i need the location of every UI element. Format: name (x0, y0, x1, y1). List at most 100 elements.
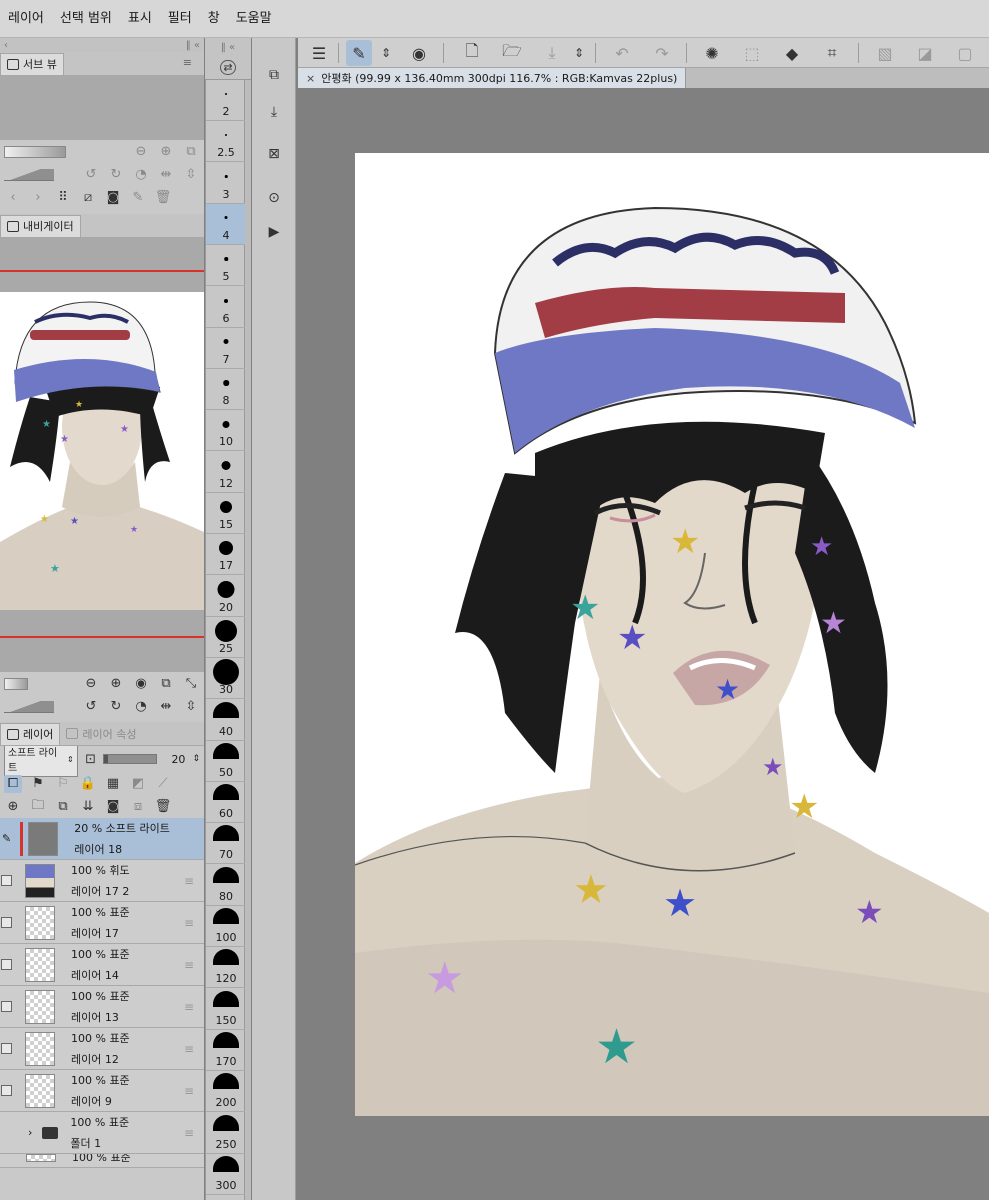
hamburger-icon[interactable]: ☰ (306, 40, 332, 66)
zoom-out-icon[interactable]: ⊖ (132, 143, 150, 161)
undo-icon[interactable]: ↶ (609, 40, 635, 66)
layer-row[interactable]: ✎ 20 % 소프트 라이트 레이어 18 (0, 818, 204, 860)
panel-menu-icon[interactable]: ≡ (183, 56, 192, 69)
drag-handle-icon[interactable]: ≡ (184, 1084, 194, 1098)
brush-size-option[interactable]: 6 (206, 287, 246, 328)
flip-vertical-icon[interactable]: ⇳ (182, 166, 200, 184)
delete-icon[interactable]: 🗑 (154, 189, 172, 207)
transform-icon[interactable]: ⌗ (819, 40, 845, 66)
animation-icon[interactable]: ▶ (264, 222, 284, 242)
drag-handle-icon[interactable]: ≡ (184, 1000, 194, 1014)
loading-spinner-icon[interactable]: ✺ (699, 40, 725, 66)
layer-row[interactable]: 100 % 휘도 레이어 17 2 ≡ (0, 860, 204, 902)
layer-visibility-checkbox[interactable] (1, 875, 12, 886)
brush-size-option[interactable]: 17 (206, 534, 246, 576)
flip-horizontal-icon[interactable]: ⇹ (157, 698, 175, 716)
brush-size-option[interactable]: 250 (206, 1113, 246, 1154)
zoom-out-icon[interactable]: ⊖ (82, 675, 100, 693)
redo-icon[interactable]: ↷ (649, 40, 675, 66)
lock-icon[interactable]: 🔒 (79, 775, 97, 793)
new-raster-layer-icon[interactable]: ⊕ (4, 798, 22, 816)
document-tab[interactable]: × 안평화 (99.99 x 136.40mm 300dpi 116.7% : … (298, 68, 687, 88)
pen-settings-icon[interactable]: ✎ (346, 40, 372, 66)
layer-visibility-checkbox[interactable] (1, 1085, 12, 1096)
rotate-right-icon[interactable]: ↻ (107, 166, 125, 184)
layer-visibility-checkbox[interactable] (1, 1001, 12, 1012)
ruler-enable-icon[interactable]: ⟋ (154, 775, 172, 793)
rotate-right-icon[interactable]: ↻ (107, 698, 125, 716)
brush-size-option[interactable]: 200 (206, 1071, 246, 1113)
rotate-left-icon[interactable]: ↺ (82, 698, 100, 716)
tab-layer-property[interactable]: 레이어 속성 (60, 723, 142, 745)
zoom-slider[interactable] (4, 145, 66, 158)
zoom-in-icon[interactable]: ⊕ (107, 675, 125, 693)
layer-visibility-checkbox[interactable] (1, 959, 12, 970)
brush-size-option[interactable]: 25 (206, 617, 246, 658)
brush-size-option[interactable]: 4 (206, 203, 246, 245)
close-box-icon[interactable]: ⊠ (264, 144, 284, 164)
chevron-right-icon[interactable]: › (28, 1126, 32, 1139)
opacity-value[interactable]: 20 (171, 753, 185, 766)
drawing-canvas[interactable]: ★ ★ ★ ★ ★ ★ ★ ★ ★ ★ ★ ★ ★ (355, 153, 989, 1116)
brush-size-option[interactable]: 100 (206, 906, 246, 947)
drag-handle-icon[interactable]: ≡ (184, 1126, 194, 1140)
new-folder-icon[interactable]: 🗀 (29, 798, 47, 816)
brush-size-option[interactable]: 30 (206, 658, 246, 700)
draft-layer-icon[interactable]: ⚐ (54, 775, 72, 793)
actual-size-icon[interactable]: ⤡ (182, 675, 200, 693)
layer-mask-icon[interactable]: ◙ (104, 798, 122, 816)
rotate-slider[interactable] (4, 168, 54, 181)
brush-size-scrollbar[interactable] (245, 80, 251, 1200)
fill-icon[interactable]: ◆ (779, 40, 805, 66)
opacity-slider[interactable] (103, 754, 158, 764)
grid-icon[interactable]: ⠿ (54, 189, 72, 207)
brush-size-option[interactable]: 80 (206, 865, 246, 906)
lock-transparent-icon[interactable]: ▦ (104, 775, 122, 793)
next-icon[interactable]: › (29, 189, 47, 207)
drag-handle-icon[interactable]: ≡ (184, 874, 194, 888)
import-image-icon[interactable]: ⧄ (79, 189, 97, 207)
opacity-stepper-icon[interactable]: ⇕ (192, 754, 200, 764)
reset-rotate-icon[interactable]: ◔ (132, 166, 150, 184)
drag-handle-icon[interactable]: ≡ (184, 916, 194, 930)
drag-handle-icon[interactable]: ≡ (184, 1042, 194, 1056)
navigator-zoom-slider[interactable] (4, 677, 28, 690)
menu-selection[interactable]: 선택 범위 (52, 0, 120, 38)
brush-size-option[interactable]: 10 (206, 410, 246, 452)
partial-layer-row[interactable]: 100 % 표준 (0, 1154, 204, 1168)
layer-row[interactable]: 100 % 표준 레이어 9 ≡ (0, 1070, 204, 1112)
brush-size-option[interactable]: 20 (206, 576, 246, 617)
menu-help[interactable]: 도움말 (228, 0, 280, 38)
chevron-left-icon[interactable]: ‹ (4, 40, 8, 51)
layer-row[interactable]: 100 % 표준 레이어 13 ≡ (0, 986, 204, 1028)
brush-size-option[interactable]: 70 (206, 823, 246, 865)
link-icon[interactable]: ⇄ (220, 60, 236, 76)
delete-layer-icon[interactable]: 🗑 (154, 798, 172, 816)
brush-size-option[interactable]: 15 (206, 493, 246, 534)
folder-row[interactable]: › 100 % 표준 폴더 1 ≡ (0, 1112, 204, 1154)
save-icon[interactable]: ⤓ (539, 40, 565, 66)
collapse-panel-icon[interactable]: ‖ « (186, 40, 200, 51)
tab-sub-view[interactable]: 서브 뷰 (0, 52, 64, 75)
layer-row[interactable]: 100 % 표준 레이어 12 ≡ (0, 1028, 204, 1070)
brush-size-option[interactable]: 2 (206, 80, 246, 121)
brush-size-option[interactable]: 150 (206, 989, 246, 1030)
clip-layer-icon[interactable]: ⧠ (4, 774, 22, 793)
brush-size-option[interactable]: 5 (206, 245, 246, 287)
brush-size-option[interactable]: 12 (206, 452, 246, 493)
new-canvas-icon[interactable]: 🗋 (459, 40, 485, 66)
rotate-left-icon[interactable]: ↺ (82, 166, 100, 184)
duplicate-layer-icon[interactable]: ⧉ (54, 798, 72, 816)
reference-layer-icon[interactable]: ⚑ (29, 775, 47, 793)
menu-filter[interactable]: 필터 (160, 0, 200, 38)
open-folder-icon[interactable]: 🗁 (499, 40, 525, 66)
flip-vertical-icon[interactable]: ⇳ (182, 698, 200, 716)
collapse-icon[interactable]: ‖ « (221, 42, 235, 53)
brush-size-option[interactable]: 2.5 (206, 121, 246, 163)
stop-icon[interactable]: ◉ (132, 675, 150, 693)
mask-enable-icon[interactable]: ◩ (129, 775, 147, 793)
menu-view[interactable]: 표시 (120, 0, 160, 38)
drag-handle-icon[interactable]: ≡ (184, 958, 194, 972)
brush-size-option[interactable]: 60 (206, 782, 246, 824)
reset-rotate-icon[interactable]: ◔ (132, 698, 150, 716)
